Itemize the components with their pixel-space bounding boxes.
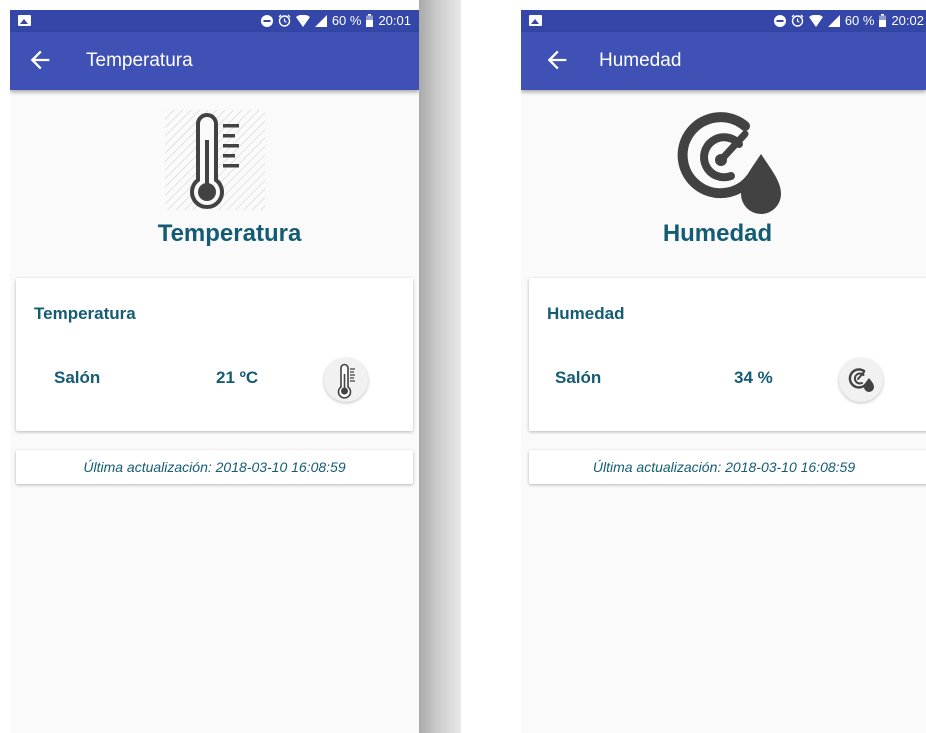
gallery-notification-icon <box>529 15 542 26</box>
do-not-disturb-icon <box>773 14 786 27</box>
sensor-value: 34 % <box>734 368 773 387</box>
battery-percent: 60 % <box>844 13 875 28</box>
back-arrow-icon[interactable] <box>543 46 571 74</box>
phone-screen-humedad: 60 % 20:02 Humedad Humedad Humedad Salón… <box>521 10 926 733</box>
wifi-icon <box>295 14 310 27</box>
sensor-room-label: Salón <box>555 368 602 387</box>
last-update-bar: Última actualización: 2018-03-10 16:08:5… <box>529 450 926 484</box>
cell-signal-icon <box>827 14 840 27</box>
wifi-icon <box>808 14 823 27</box>
last-update-bar: Última actualización: 2018-03-10 16:08:5… <box>16 450 413 484</box>
sensor-value: 21 ºC <box>216 368 259 387</box>
battery-icon <box>879 14 887 27</box>
screen-divider-shadow <box>419 0 461 733</box>
status-time: 20:02 <box>891 13 924 28</box>
thermometer-icon <box>165 110 265 210</box>
status-bar: 60 % 20:02 <box>521 10 926 32</box>
cell-signal-icon <box>314 14 327 27</box>
gallery-notification-icon <box>18 15 31 26</box>
humidity-small-icon <box>848 368 874 392</box>
app-bar: Temperatura <box>10 32 419 90</box>
do-not-disturb-icon <box>260 14 273 27</box>
phone-screen-temperatura: 60 % 20:01 Temperatura Temperatura Tempe… <box>10 10 419 733</box>
battery-percent: 60 % <box>331 13 362 28</box>
battery-icon <box>366 14 374 27</box>
humidity-gauge-icon <box>677 112 781 214</box>
thermometer-small-icon <box>337 363 355 399</box>
sensor-room-label: Salón <box>54 368 101 387</box>
thermometer-button[interactable] <box>324 358 368 402</box>
hero-title: Temperatura <box>157 220 302 247</box>
alarm-icon <box>278 14 291 27</box>
back-arrow-icon[interactable] <box>26 46 54 74</box>
status-bar: 60 % 20:01 <box>10 10 419 32</box>
last-update-text: Última actualización: 2018-03-10 16:08:5… <box>83 459 346 475</box>
sensor-card: Temperatura Salón 21 ºC <box>16 278 413 431</box>
status-time: 20:01 <box>378 13 411 28</box>
page-title: Temperatura <box>86 50 193 71</box>
sensor-card: Humedad Salón 34 % <box>529 278 926 431</box>
humidity-button[interactable] <box>839 358 883 402</box>
hero-title: Humedad <box>662 220 773 247</box>
card-title: Temperatura <box>34 304 136 323</box>
last-update-text: Última actualización: 2018-03-10 16:08:5… <box>592 459 856 475</box>
alarm-icon <box>791 14 804 27</box>
card-title: Humedad <box>547 304 625 323</box>
page-title: Humedad <box>599 50 682 71</box>
app-bar: Humedad <box>521 32 926 90</box>
